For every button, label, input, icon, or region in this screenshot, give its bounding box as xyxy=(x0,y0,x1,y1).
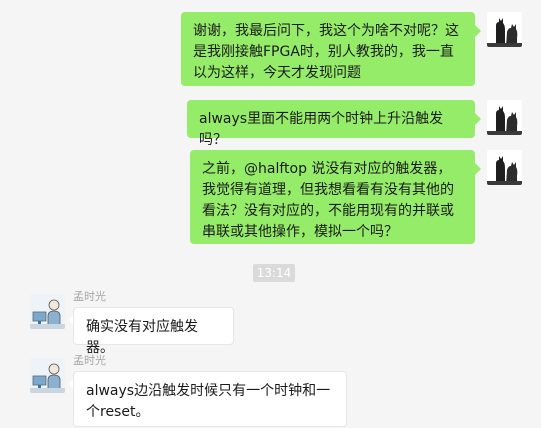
my-avatar[interactable] xyxy=(487,100,522,135)
contact-avatar[interactable] xyxy=(30,294,65,329)
message-bubble-mine[interactable]: 谢谢，我最后问下，我这个为啥不对呢？这是我刚接触FPGA时，别人教我的，我一直以… xyxy=(181,12,475,86)
bubble-tail xyxy=(475,113,481,125)
message-bubble-other[interactable]: 确实没有对应触发器。 xyxy=(73,307,234,356)
cat-silhouette-icon xyxy=(487,100,522,135)
cat-silhouette-icon xyxy=(487,150,522,185)
sender-name: 孟时光 xyxy=(73,290,106,303)
message-timestamp: 13:14 xyxy=(253,264,295,282)
message-bubble-other[interactable]: always边沿触发时候只有一个时钟和一个reset。 xyxy=(73,371,347,427)
person-at-computer-icon xyxy=(30,358,65,393)
my-avatar[interactable] xyxy=(487,12,522,47)
message-bubble-mine[interactable]: 之前，@halftop 说没有对应的触发器，我觉得有道理，但我想看看有没有其他的… xyxy=(190,150,475,244)
my-avatar[interactable] xyxy=(487,150,522,185)
contact-avatar[interactable] xyxy=(30,358,65,393)
chat-scrollbar[interactable] xyxy=(537,0,541,428)
bubble-tail xyxy=(475,163,481,175)
message-bubble-mine[interactable]: always里面不能用两个时钟上升沿触发吗？ xyxy=(187,100,475,148)
bubble-tail xyxy=(475,25,481,37)
sender-name: 孟时光 xyxy=(73,354,106,367)
person-at-computer-icon xyxy=(30,294,65,329)
cat-silhouette-icon xyxy=(487,12,522,47)
